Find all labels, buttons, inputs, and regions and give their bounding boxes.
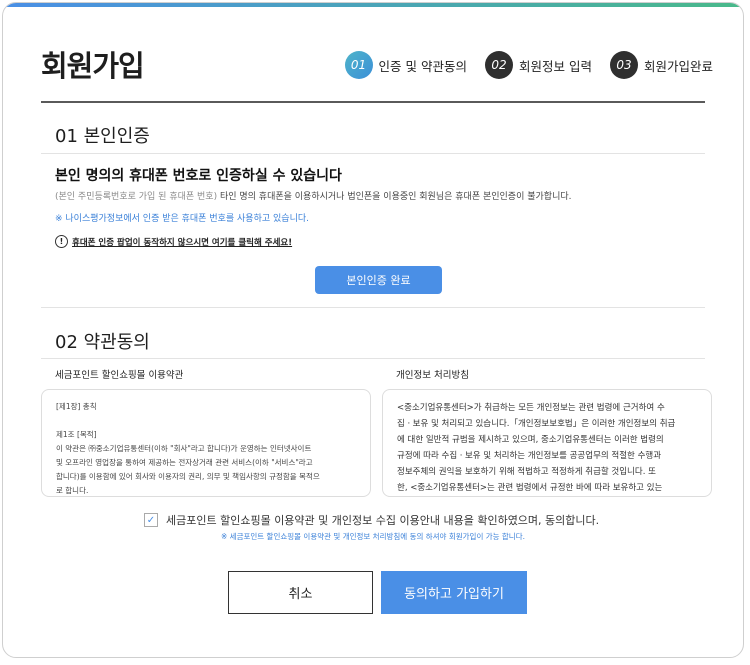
signup-card: 회원가입 01 인증 및 약관동의 02 회원정보 입력 03 회원가입완료 0…: [2, 2, 744, 658]
cert-section-title: 01 본인인증: [55, 126, 150, 147]
agree-row: ✓ 세금포인트 할인쇼핑몰 이용약관 및 개인정보 수집 이용안내 내용을 확인…: [144, 512, 599, 528]
privacy-line: <중소기업유통센터>가 취급하는 모든 개인정보는 관련 법령에 근거하여 수: [397, 403, 665, 413]
shop-terms-line: 합니다)를 이용함에 있어 회사와 이용자의 권리, 의무 및 책임사항의 규정…: [56, 472, 320, 481]
step-1-number: 01: [344, 51, 373, 79]
popup-help-link[interactable]: ! 휴대폰 인증 팝업이 동작하지 않으시면 여기를 클릭해 주세요!: [55, 235, 292, 248]
terms-section-title: 02 약관동의: [55, 332, 150, 353]
shop-terms-text: [제1장] 총칙 제1조 [목적] 이 약관은 ㈜중소기업유통센터(이하 "회사…: [42, 390, 370, 496]
shop-terms-label: 세금포인트 할인쇼핑몰 이용약관: [55, 370, 184, 381]
shop-terms-line: 이 약관은 ㈜중소기업유통센터(이하 "회사"라고 합니다)가 운영하는 인터넷…: [56, 444, 312, 453]
step-2-label: 회원정보 입력: [519, 58, 592, 74]
step-2-number: 02: [485, 51, 513, 79]
privacy-policy-text: <중소기업유통센터>가 취급하는 모든 개인정보는 관련 법령에 근거하여 수 …: [383, 390, 711, 496]
step-indicator: 01 인증 및 약관동의 02 회원정보 입력 03 회원가입완료: [344, 51, 713, 79]
terms-section-divider: [41, 358, 705, 359]
cert-heading: 본인 명의의 휴대폰 번호로 인증하실 수 있습니다: [55, 168, 342, 184]
agree-note: ※ 세금포인트 할인쇼핑몰 이용약관 및 개인정보 처리방침에 동의 하셔야 회…: [221, 532, 525, 541]
step-1-label: 인증 및 약관동의: [378, 58, 467, 74]
privacy-line: 에 대한 일반적 규범을 제시하고 있으며, 중소기업유통센터는 이러한 법령의: [397, 435, 664, 445]
cert-description: (본인 주민등록번호로 가입 된 휴대폰 번호) 타인 명의 휴대폰을 이용하시…: [55, 189, 572, 202]
shop-terms-line: 제1조 [목적]: [56, 430, 97, 439]
step-3-label: 회원가입완료: [643, 58, 713, 74]
agree-label[interactable]: 세금포인트 할인쇼핑몰 이용약관 및 개인정보 수집 이용안내 내용을 확인하였…: [166, 512, 599, 528]
top-accent-bar: [3, 3, 743, 7]
privacy-line: 한, <중소기업유통센터>는 관련 법령에서 규정한 바에 따라 보유하고 있는: [397, 483, 663, 493]
title-divider: [41, 101, 705, 103]
privacy-policy-box[interactable]: <중소기업유통센터>가 취급하는 모든 개인정보는 관련 법령에 근거하여 수 …: [382, 389, 712, 497]
shop-terms-line: [56, 414, 356, 428]
shop-terms-line: 및 오프라인 영업장을 통하여 제공하는 전자상거래 관련 서비스(이하 "서비…: [56, 458, 313, 467]
privacy-line: 집ㆍ보유 및 처리되고 있습니다.「개인정보보호법」은 이러한 개인정보의 취급: [397, 419, 676, 429]
shop-terms-box[interactable]: [제1장] 총칙 제1조 [목적] 이 약관은 ㈜중소기업유통센터(이하 "회사…: [41, 389, 371, 497]
agree-checkbox[interactable]: ✓: [144, 513, 158, 527]
cert-complete-button[interactable]: 본인인증 완료: [315, 266, 442, 294]
agree-and-join-button[interactable]: 동의하고 가입하기: [381, 571, 527, 614]
privacy-line: 규정에 따라 수집ㆍ보유 및 처리하는 개인정보를 공공업무의 적절한 수행과: [397, 451, 662, 461]
cert-description-muted: (본인 주민등록번호로 가입 된 휴대폰 번호): [55, 192, 218, 202]
cancel-button[interactable]: 취소: [228, 571, 373, 614]
step-3-number: 03: [609, 51, 638, 79]
shop-terms-line: 로 합니다.: [56, 486, 89, 495]
exclamation-icon: !: [55, 235, 68, 248]
privacy-line: 정보주체의 권익을 보호하기 위해 적법하고 적정하게 취급할 것입니다. 또: [397, 467, 656, 477]
step-3: 03 회원가입완료: [609, 51, 713, 79]
cert-section-divider: [41, 153, 705, 154]
popup-help-text: 휴대폰 인증 팝업이 동작하지 않으시면 여기를 클릭해 주세요!: [72, 237, 293, 248]
step-2: 02 회원정보 입력: [485, 51, 592, 79]
privacy-policy-label: 개인정보 처리방침: [396, 370, 469, 381]
section-divider: [41, 307, 705, 308]
step-1: 01 인증 및 약관동의: [344, 51, 467, 79]
page-title: 회원가입: [41, 49, 145, 83]
cert-note: ※ 나이스평가정보에서 인증 받은 휴대폰 번호를 사용하고 있습니다.: [55, 214, 309, 224]
cert-description-text: 타인 명의 휴대폰을 이용하시거나 법인폰을 이용중인 회원님은 휴대폰 본인인…: [217, 192, 572, 202]
shop-terms-line: [제1장] 총칙: [56, 402, 97, 411]
